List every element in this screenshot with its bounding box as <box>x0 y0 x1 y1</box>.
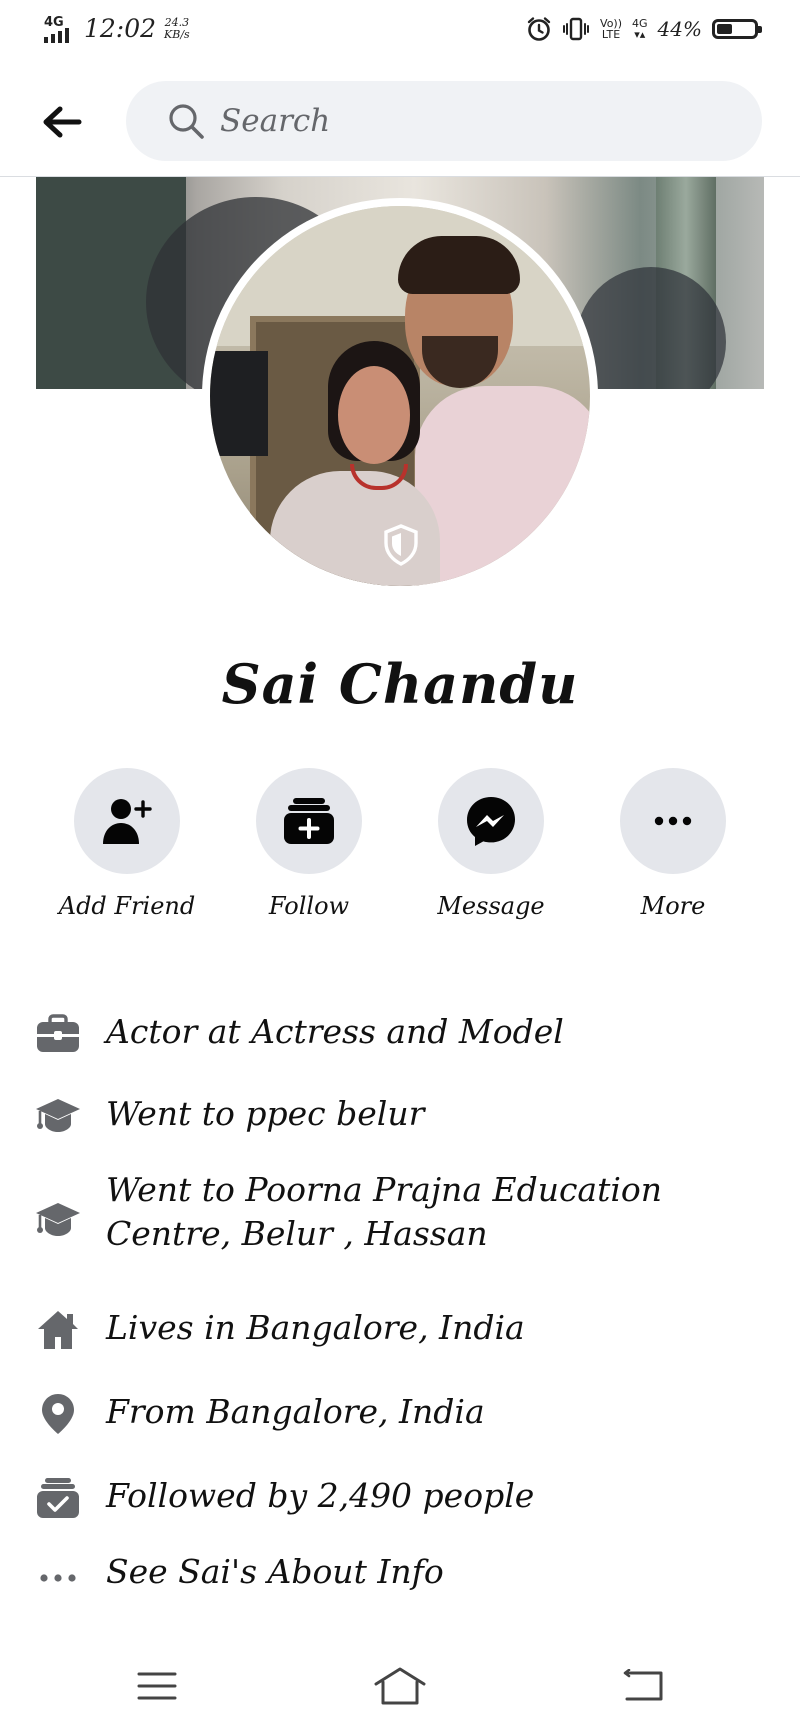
battery-icon <box>712 19 762 39</box>
add-friend-button[interactable]: Add Friend <box>37 768 217 920</box>
more-dots-icon <box>34 1554 82 1602</box>
back-nav-icon <box>623 1669 663 1701</box>
detail-lives-in-text: Lives in Bangalore, India <box>106 1308 525 1347</box>
vibrate-icon <box>563 17 590 41</box>
detail-education-2-line1: Went to Poorna Prajna Education <box>106 1170 663 1209</box>
follow-label: Follow <box>268 892 350 920</box>
more-icon <box>654 816 692 826</box>
detail-education-2-line2: Centre, Belur , Hassan <box>106 1214 488 1253</box>
follow-circle[interactable] <box>256 768 362 874</box>
menu-nav-button[interactable] <box>127 1664 187 1708</box>
briefcase-icon <box>34 1010 82 1058</box>
home-nav-button[interactable] <box>370 1664 430 1708</box>
detail-from-text: From Bangalore, India <box>106 1392 485 1431</box>
detail-education-1-text: Went to ppec belur <box>106 1094 425 1133</box>
graduation-cap-icon <box>34 1092 82 1140</box>
profile-shield-icon <box>384 524 418 566</box>
profile-name: Sai Chandu <box>221 652 579 716</box>
system-nav-bar <box>0 1650 800 1720</box>
message-button[interactable]: Message <box>401 768 581 920</box>
top-bar: Search <box>0 62 800 177</box>
back-button[interactable] <box>36 96 88 148</box>
profile-picture[interactable] <box>210 206 590 586</box>
speed-value: 24.3 <box>164 15 190 29</box>
detail-followers-text: Followed by 2,490 people <box>106 1476 535 1515</box>
alarm-icon <box>527 17 551 41</box>
location-pin-icon <box>34 1390 82 1438</box>
add-friend-circle[interactable] <box>74 768 180 874</box>
volte-icon: Vo)) LTE <box>600 18 622 40</box>
search-placeholder: Search <box>220 103 331 139</box>
message-label: Message <box>437 892 545 920</box>
speed-unit: KB/s <box>164 27 190 41</box>
messenger-icon <box>467 797 515 846</box>
see-about-info-text: See Sai's About Info <box>106 1552 444 1591</box>
home-nav-icon <box>374 1667 426 1705</box>
graduation-cap-icon <box>34 1196 82 1244</box>
follow-button[interactable]: Follow <box>219 768 399 920</box>
profile-picture-frame <box>202 198 598 594</box>
signal-4g-icon: 4G ▾▴ <box>632 17 648 41</box>
message-circle[interactable] <box>438 768 544 874</box>
more-label: More <box>640 892 706 920</box>
add-friend-icon <box>103 799 152 844</box>
network-speed: 24.3 KB/s <box>164 15 190 41</box>
detail-work-text: Actor at Actress and Model <box>106 1012 564 1051</box>
follow-icon <box>284 798 334 844</box>
signal-icon: 4G <box>42 15 78 43</box>
volte-bottom: LTE <box>601 28 621 41</box>
more-circle[interactable] <box>620 768 726 874</box>
more-button[interactable]: More <box>583 768 763 920</box>
back-arrow-icon <box>43 106 82 138</box>
search-icon <box>169 104 204 139</box>
detail-education-2-text: Went to Poorna Prajna Education Centre, … <box>106 1168 662 1256</box>
search-input[interactable]: Search <box>126 81 762 161</box>
menu-icon <box>137 1672 177 1700</box>
status-bar: 4G 12:02 24.3 KB/s Vo)) LTE 4G ▾▴ 44% <box>0 0 800 62</box>
battery-percent: 44% <box>657 17 702 41</box>
followers-icon <box>34 1474 82 1522</box>
home-icon <box>34 1306 82 1354</box>
add-friend-label: Add Friend <box>58 892 196 920</box>
status-time: 12:02 <box>84 14 157 43</box>
back-nav-button[interactable] <box>613 1664 673 1708</box>
